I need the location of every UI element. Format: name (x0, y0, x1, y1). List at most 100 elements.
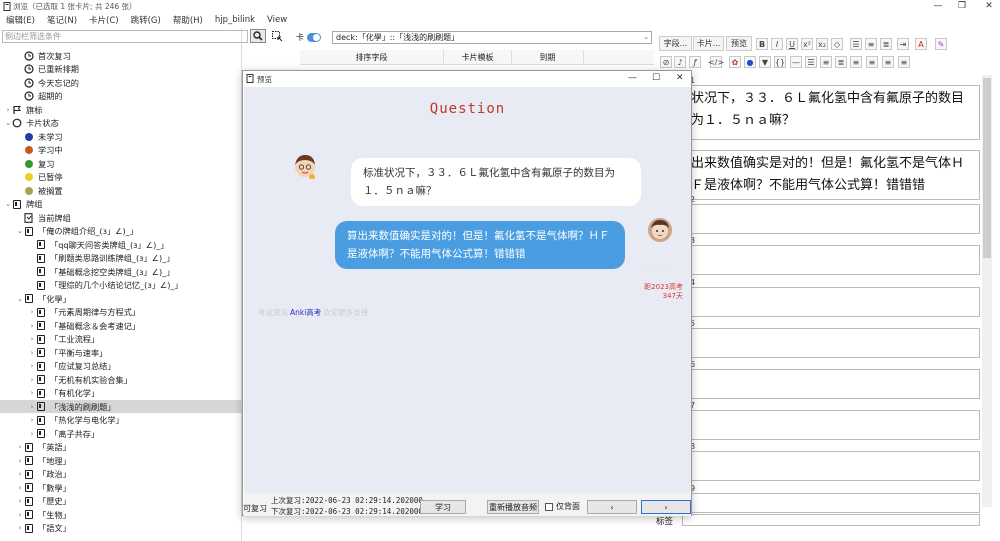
chevron-down-icon[interactable]: ⌄ (16, 227, 24, 235)
column-card-template[interactable]: 卡片模板 (444, 50, 512, 64)
sidebar-item[interactable]: › 「有机化学」 (28, 387, 100, 400)
editor-field[interactable]: 出来数值确实是对的！但是！氟化氢不是气体ＨＦ是液体啊？不能用气体公式算！错错错 (686, 150, 980, 200)
close-button[interactable]: ✕ (984, 0, 994, 12)
sidebar-item[interactable]: › 「工业流程」 (28, 333, 100, 346)
align-center-icon[interactable]: ≡ (866, 56, 878, 68)
text-color-icon[interactable]: A (915, 38, 927, 50)
anki-icon[interactable]: ✿ (729, 56, 741, 68)
sidebar-item[interactable]: ⌄ 「化學」 (16, 292, 71, 305)
sidebar-item[interactable]: 首次复习 (16, 49, 71, 62)
menu-go[interactable]: 跳转(G) (131, 14, 161, 26)
chevron-down-icon[interactable]: ⌄ (16, 295, 24, 303)
chevron-right-icon[interactable]: › (28, 416, 36, 424)
paperclip-icon[interactable]: ⊘ (660, 56, 672, 68)
chevron-right-icon[interactable]: › (16, 457, 24, 465)
back-only-option[interactable]: 仅背面 (545, 501, 580, 512)
tags-input[interactable] (682, 514, 980, 526)
chevron-right-icon[interactable]: › (28, 403, 36, 411)
list-a-icon[interactable]: ☰ (805, 56, 817, 68)
sidebar-item[interactable]: 当前牌组 (16, 211, 71, 224)
editor-field[interactable] (686, 451, 980, 481)
menu-notes[interactable]: 笔记(N) (47, 14, 77, 26)
sidebar-item[interactable]: › 「政治」 (16, 468, 71, 481)
chevron-right-icon[interactable]: › (16, 497, 24, 505)
prev-button[interactable]: ‹ (587, 500, 637, 514)
sidebar-item[interactable]: 已重新排期 (16, 63, 79, 76)
sidebar-item[interactable]: 未学习 (16, 130, 63, 143)
editor-field[interactable] (686, 328, 980, 358)
minimize-button[interactable]: — (933, 0, 943, 12)
sidebar-item[interactable]: 复习 (16, 157, 54, 170)
replay-audio-button[interactable]: 重新播放音频 (487, 500, 539, 514)
editor-field[interactable] (686, 369, 980, 399)
brackets-icon[interactable]: {} (774, 56, 786, 68)
sidebar-item[interactable]: 超期的 (16, 90, 63, 103)
preview-button[interactable]: 预览 (726, 36, 752, 51)
search-input[interactable]: deck:「化學」::「浅浅的刷刷题」 ⌄ (332, 31, 652, 44)
chevron-right-icon[interactable]: › (16, 484, 24, 492)
sidebar-item[interactable]: 「理综的几个小结论记忆_(з」∠)_」 (28, 279, 183, 292)
sidebar-item[interactable]: › 「歷史」 (16, 495, 71, 508)
align-right-icon[interactable]: ≡ (882, 56, 894, 68)
chevron-right-icon[interactable]: › (16, 511, 24, 519)
ordered-list-icon[interactable]: ≡ (865, 38, 877, 50)
editor-scroll-thumb[interactable] (983, 78, 991, 258)
sidebar-item[interactable]: 今天忘记的 (16, 76, 79, 89)
menu-help[interactable]: 帮助(H) (173, 14, 203, 26)
menu-cards[interactable]: 卡片(C) (89, 14, 119, 26)
footer-link[interactable]: Anki高考 (290, 307, 321, 318)
unordered-list-icon[interactable]: ☰ (850, 38, 862, 50)
align-left-icon[interactable]: ≡ (850, 56, 862, 68)
sidebar-item[interactable]: › 「語文」 (16, 522, 71, 535)
sidebar-item[interactable]: 学习中 (16, 144, 63, 157)
superscript-icon[interactable]: x² (801, 38, 813, 50)
sidebar-item[interactable]: › 「应试复习总结」 (28, 360, 116, 373)
underline-icon[interactable]: U (786, 38, 798, 50)
sidebar-item[interactable]: ⌄ 卡片状态 (4, 117, 59, 130)
subscript-icon[interactable]: x₂ (816, 38, 828, 50)
arrow-down-icon[interactable]: ▼ (759, 56, 771, 68)
select-region-icon[interactable] (269, 29, 285, 43)
fields-button[interactable]: 字段... (659, 36, 692, 51)
chevron-right-icon[interactable]: › (28, 308, 36, 316)
back-only-checkbox[interactable] (545, 502, 553, 511)
chevron-down-icon[interactable]: ⌄ (643, 32, 649, 43)
sidebar-filter-input[interactable]: 侧边栏筛选条件 (2, 30, 248, 43)
sidebar-item[interactable]: ⌄ 牌组 (4, 198, 42, 211)
chevron-right-icon[interactable]: › (16, 443, 24, 451)
hr-icon[interactable]: — (790, 56, 802, 68)
chevron-right-icon[interactable]: › (28, 430, 36, 438)
next-button[interactable]: › (641, 500, 691, 514)
editor-field[interactable] (686, 410, 980, 440)
chevron-right-icon[interactable]: › (28, 362, 36, 370)
menu-edit[interactable]: 编辑(E) (6, 14, 35, 26)
chevron-right-icon[interactable]: › (28, 349, 36, 357)
editor-field[interactable] (686, 245, 980, 275)
sidebar-item[interactable]: › 旗标 (4, 103, 43, 116)
sidebar-item[interactable]: › 「热化学与电化学」 (28, 414, 124, 427)
html-icon[interactable]: </> (708, 56, 724, 68)
sidebar-item[interactable]: › 「生物」 (16, 508, 71, 521)
sidebar-item[interactable]: › 「數學」 (16, 481, 71, 494)
sidebar-item[interactable]: 「基础概念挖空类牌组_(з」∠)_」 (28, 265, 175, 278)
editor-field[interactable] (686, 493, 980, 513)
blue-color-icon[interactable]: ● (744, 56, 756, 68)
search-mode-toggle[interactable]: 卡 (296, 31, 326, 44)
highlight-icon[interactable]: ✎ (935, 38, 947, 50)
align-icon[interactable]: ≣ (880, 38, 892, 50)
menu-view[interactable]: View (267, 15, 287, 25)
sidebar-item[interactable]: › 「基础概念＆会考速记」 (28, 319, 140, 332)
sidebar-item[interactable]: › 「元素周期律与方程式」 (28, 306, 140, 319)
chevron-right-icon[interactable]: › (16, 470, 24, 478)
chevron-right-icon[interactable]: › (28, 335, 36, 343)
column-sort-field[interactable]: 排序字段 (300, 50, 444, 64)
maximize-button[interactable]: ❐ (957, 0, 967, 12)
sidebar-item[interactable]: › 「英語」 (16, 441, 71, 454)
italic-icon[interactable]: I (771, 38, 783, 50)
cards-button[interactable]: 卡片... (693, 36, 724, 51)
sidebar-item[interactable]: 「刷题类思路训练牌组_(з」∠)_」 (28, 252, 175, 265)
list-b-icon[interactable]: ≡ (820, 56, 832, 68)
indent-icon[interactable]: ⇥ (897, 38, 909, 50)
sidebar-item[interactable]: › 「地理」 (16, 454, 71, 467)
eraser-icon[interactable]: ◇ (831, 38, 843, 50)
